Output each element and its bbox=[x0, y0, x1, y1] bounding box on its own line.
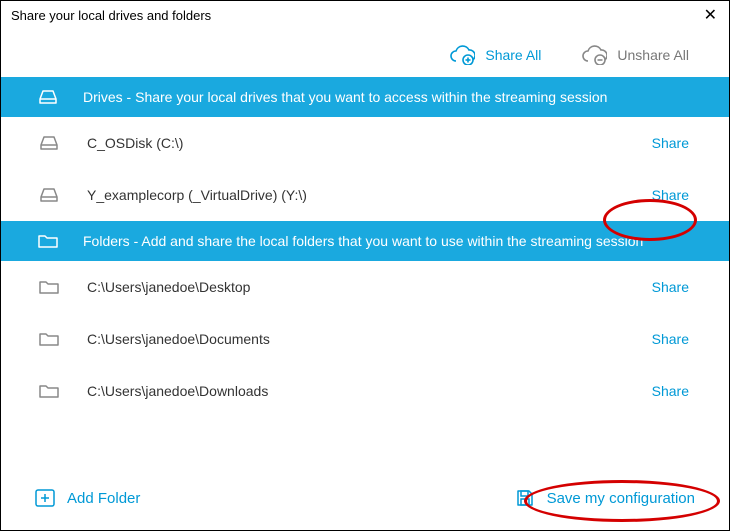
folder-label: C:\Users\janedoe\Desktop bbox=[87, 279, 652, 295]
list-item: C:\Users\janedoe\Desktop Share bbox=[1, 261, 729, 313]
drive-label: Y_examplecorp (_VirtualDrive) (Y:\) bbox=[87, 187, 652, 203]
drive-icon bbox=[37, 89, 59, 105]
cloud-unshare-icon bbox=[581, 45, 607, 65]
drives-list: C_OSDisk (C:\) Share Y_examplecorp (_Vir… bbox=[1, 117, 729, 221]
folder-label: C:\Users\janedoe\Downloads bbox=[87, 383, 652, 399]
share-button[interactable]: Share bbox=[652, 187, 689, 203]
share-button[interactable]: Share bbox=[652, 383, 689, 399]
drive-icon bbox=[37, 135, 61, 151]
drive-icon bbox=[37, 187, 61, 203]
add-folder-icon bbox=[35, 489, 55, 507]
share-all-label: Share All bbox=[485, 47, 541, 63]
drive-label: C_OSDisk (C:\) bbox=[87, 135, 652, 151]
drives-section-title: Drives - Share your local drives that yo… bbox=[83, 89, 607, 105]
drives-section-header: Drives - Share your local drives that yo… bbox=[1, 77, 729, 117]
folder-label: C:\Users\janedoe\Documents bbox=[87, 331, 652, 347]
unshare-all-button[interactable]: Unshare All bbox=[581, 45, 689, 65]
share-all-button[interactable]: Share All bbox=[449, 45, 541, 65]
folders-section-title: Folders - Add and share the local folder… bbox=[83, 233, 643, 249]
close-icon[interactable]: ✕ bbox=[700, 5, 721, 25]
window-title: Share your local drives and folders bbox=[11, 8, 211, 23]
list-item: C_OSDisk (C:\) Share bbox=[1, 117, 729, 169]
share-button[interactable]: Share bbox=[652, 331, 689, 347]
unshare-all-label: Unshare All bbox=[617, 47, 689, 63]
folders-list: C:\Users\janedoe\Desktop Share C:\Users\… bbox=[1, 261, 729, 417]
add-folder-button[interactable]: Add Folder bbox=[35, 489, 140, 507]
save-icon bbox=[515, 488, 535, 508]
list-item: C:\Users\janedoe\Documents Share bbox=[1, 313, 729, 365]
folder-icon bbox=[37, 279, 61, 295]
folders-section-header: Folders - Add and share the local folder… bbox=[1, 221, 729, 261]
list-item: Y_examplecorp (_VirtualDrive) (Y:\) Shar… bbox=[1, 169, 729, 221]
folder-icon bbox=[37, 383, 61, 399]
list-item: C:\Users\janedoe\Downloads Share bbox=[1, 365, 729, 417]
folder-icon bbox=[37, 331, 61, 347]
save-config-button[interactable]: Save my configuration bbox=[515, 488, 695, 508]
share-button[interactable]: Share bbox=[652, 135, 689, 151]
share-button[interactable]: Share bbox=[652, 279, 689, 295]
folder-icon bbox=[37, 233, 59, 249]
save-config-label: Save my configuration bbox=[547, 490, 695, 507]
cloud-share-icon bbox=[449, 45, 475, 65]
add-folder-label: Add Folder bbox=[67, 490, 140, 507]
